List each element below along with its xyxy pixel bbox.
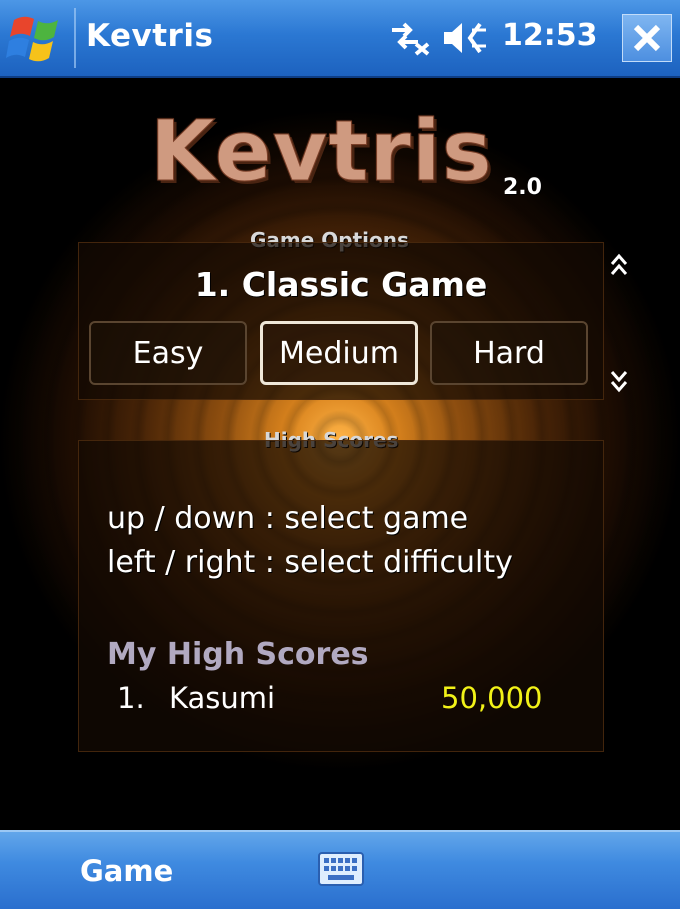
scroll-down-icon[interactable] bbox=[610, 368, 628, 394]
help-line-select-game: up / down : select game bbox=[107, 501, 469, 536]
title-bar: Kevtris 12:53 bbox=[0, 0, 680, 78]
close-icon bbox=[633, 24, 661, 52]
logo-version: 2.0 bbox=[503, 175, 542, 200]
high-score-value: 50,000 bbox=[441, 681, 543, 715]
game-options-panel: 1. Classic Game Easy Medium Hard bbox=[78, 242, 604, 400]
difficulty-easy-button[interactable]: Easy bbox=[89, 321, 247, 385]
windows-start-icon[interactable] bbox=[6, 10, 68, 66]
selected-game-title[interactable]: 1. Classic Game bbox=[79, 265, 603, 304]
clock: 12:53 bbox=[502, 18, 598, 53]
game-menu-softkey[interactable]: Game bbox=[80, 854, 173, 888]
high-scores-panel: up / down : select game left / right : s… bbox=[78, 440, 604, 752]
game-area: Kevtris 2.0 Game Options 1. Classic Game… bbox=[0, 78, 680, 830]
difficulty-medium-button[interactable]: Medium bbox=[260, 321, 418, 385]
close-button[interactable] bbox=[622, 14, 672, 62]
keyboard-icon[interactable] bbox=[318, 852, 364, 886]
scroll-up-icon[interactable] bbox=[610, 252, 628, 278]
my-high-scores-heading: My High Scores bbox=[107, 637, 369, 672]
high-score-name: Kasumi bbox=[169, 681, 276, 715]
high-score-rank: 1. bbox=[117, 681, 145, 715]
game-logo: Kevtris bbox=[150, 102, 493, 201]
help-line-select-difficulty: left / right : select difficulty bbox=[107, 545, 513, 580]
difficulty-hard-button[interactable]: Hard bbox=[430, 321, 588, 385]
app-title: Kevtris bbox=[86, 18, 214, 54]
menu-bar: Game bbox=[0, 830, 680, 909]
volume-icon[interactable] bbox=[442, 20, 494, 56]
connectivity-icon[interactable] bbox=[388, 20, 432, 56]
title-separator bbox=[74, 8, 76, 68]
